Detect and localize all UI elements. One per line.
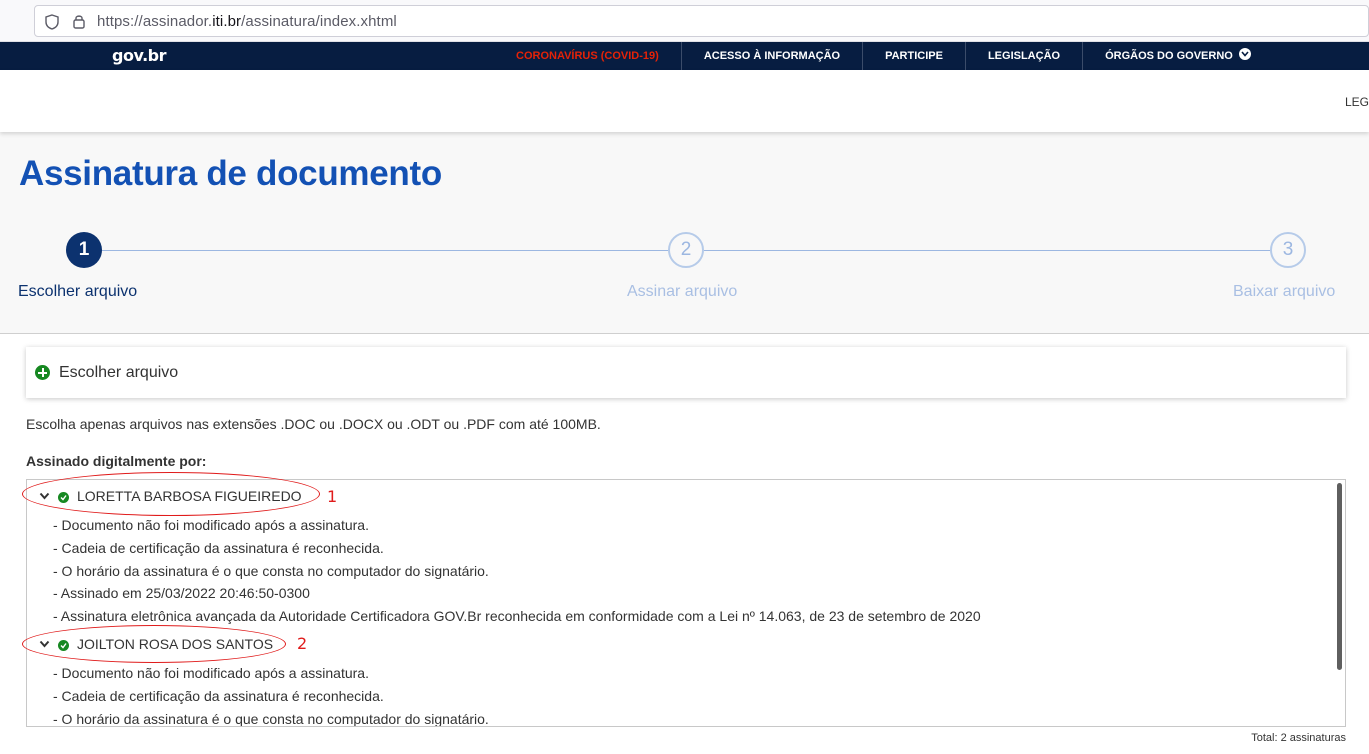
chevron-down-icon[interactable] [39,639,50,649]
annotation-number: 1 [327,487,338,506]
gov-bar: gov.br CORONAVÍRUS (COVID-19) ACESSO À I… [0,42,1369,70]
address-bar[interactable]: https://assinador.iti.br/assinatura/inde… [34,5,1369,37]
step-2-circle[interactable]: 2 [668,232,704,268]
gov-link-orgaos-governo[interactable]: ÓRGÃOS DO GOVERNO [1083,42,1273,70]
govbr-logo[interactable]: gov.br [112,46,167,65]
signature-detail: - O horário da assinatura é o que consta… [53,711,489,727]
gov-link-acesso-informacao[interactable]: ACESSO À INFORMAÇÃO [682,42,864,70]
signature-detail: - Documento não foi modificado após a as… [53,665,369,681]
gov-link-participe[interactable]: PARTICIPE [863,42,966,70]
page-top: Assinatura de documento 1 Escolher arqui… [0,132,1369,334]
chevron-down-icon[interactable] [39,491,50,501]
check-circle-icon [58,640,69,651]
scrollbar-thumb[interactable] [1337,483,1342,670]
signer-name[interactable]: LORETTA BARBOSA FIGUEIREDO [77,488,302,504]
signature-detail: - Assinado em 25/03/2022 20:46:50-0300 [53,585,310,601]
choose-file-panel[interactable]: Escolher arquivo [26,347,1346,398]
gov-links: CORONAVÍRUS (COVID-19) ACESSO À INFORMAÇ… [494,42,1273,70]
gov-link-legislacao[interactable]: LEGISLAÇÃO [966,42,1084,70]
signature-detail: - Assinatura eletrônica avançada da Auto… [53,608,981,624]
site-header: LEG [0,70,1369,132]
step-connector [102,250,668,251]
check-circle-icon [58,492,69,503]
page-title: Assinatura de documento [19,154,442,193]
signatures-list[interactable]: LORETTA BARBOSA FIGUEIREDO - Documento n… [26,479,1346,727]
step-1-circle[interactable]: 1 [66,232,102,268]
lock-icon[interactable] [72,13,86,29]
gov-link-coronavirus[interactable]: CORONAVÍRUS (COVID-19) [494,42,682,70]
header-menu-cut[interactable]: LEG [1345,95,1369,109]
annotation-number: 2 [297,634,308,653]
step-3-label[interactable]: Baixar arquivo [1233,283,1335,301]
signature-detail: - Cadeia de certificação da assinatura é… [53,540,384,556]
stepper: 1 Escolher arquivo 2 Assinar arquivo 3 B… [0,232,1369,312]
signatures-total: Total: 2 assinaturas [1251,732,1346,744]
signatures-heading: Assinado digitalmente por: [26,453,207,469]
file-hint: Escolha apenas arquivos nas extensões .D… [26,416,601,432]
step-1-label[interactable]: Escolher arquivo [18,283,137,301]
signature-detail: - O horário da assinatura é o que consta… [53,563,489,579]
signature-detail: - Documento não foi modificado após a as… [53,517,369,533]
step-2-label[interactable]: Assinar arquivo [627,283,737,301]
url-text[interactable]: https://assinador.iti.br/assinatura/inde… [97,13,397,30]
step-connector [704,250,1270,251]
browser-toolbar: https://assinador.iti.br/assinatura/inde… [0,0,1369,42]
signer-name[interactable]: JOILTON ROSA DOS SANTOS [77,636,273,652]
choose-file-label[interactable]: Escolher arquivo [59,364,178,382]
chevron-down-icon [1238,48,1251,60]
shield-icon[interactable] [45,14,59,30]
plus-circle-icon[interactable] [35,365,50,380]
step-3-circle[interactable]: 3 [1270,232,1306,268]
signature-detail: - Cadeia de certificação da assinatura é… [53,688,384,704]
